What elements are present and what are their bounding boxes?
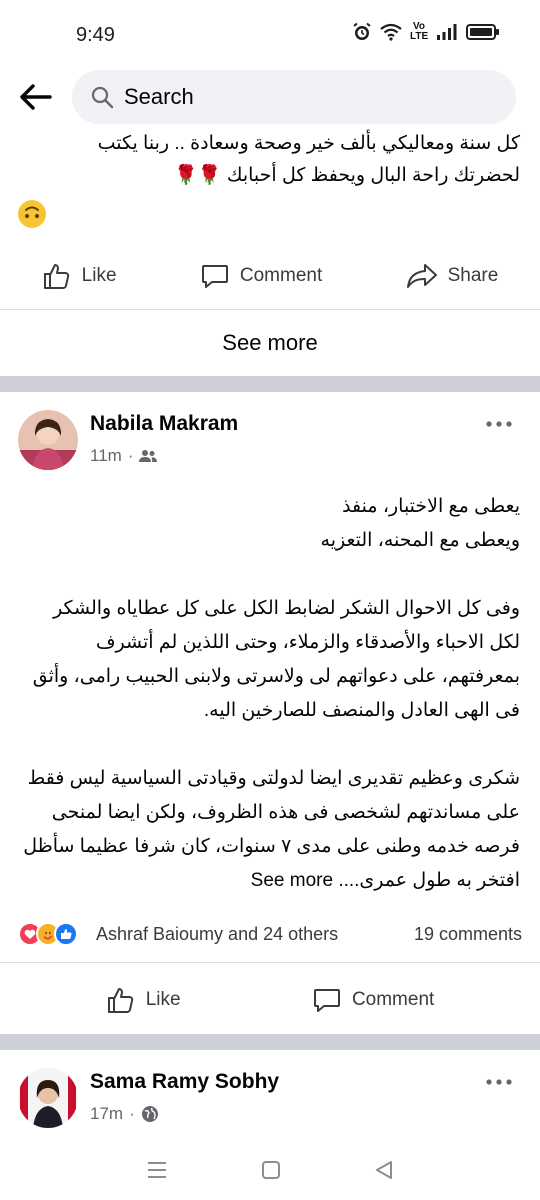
search-input[interactable]: Search <box>72 70 516 124</box>
back-button[interactable] <box>14 78 56 116</box>
alarm-icon <box>353 22 371 40</box>
reactors-text: Ashraf Baioumy and 24 others <box>96 924 339 944</box>
avatar-image <box>18 1068 78 1128</box>
post-time[interactable]: 17m <box>90 1104 123 1124</box>
post-separator <box>0 376 540 392</box>
post-meta: 11m · <box>90 446 158 466</box>
comment-label: Comment <box>239 265 323 286</box>
see-more-inline-button[interactable]: See more <box>251 870 333 891</box>
thumbs-up-icon <box>107 988 133 1013</box>
more-icon <box>486 1079 512 1085</box>
comment-icon <box>313 989 340 1012</box>
recent-apps-icon[interactable] <box>146 1160 168 1180</box>
post-time[interactable]: 11m <box>90 446 122 466</box>
meta-dot: · <box>129 1104 135 1123</box>
thumbs-up-icon <box>43 264 69 289</box>
battery-icon <box>466 24 499 40</box>
divider <box>0 962 540 963</box>
comment-label: Comment <box>351 989 435 1010</box>
next-post-header: Sama Ramy Sobhy 17m · <box>0 1068 540 1138</box>
search-icon <box>91 86 114 109</box>
post-author[interactable]: Sama Ramy Sobhy <box>90 1070 279 1094</box>
post-actions: Like Comment <box>0 974 540 1026</box>
reactions-summary[interactable]: Ashraf Baioumy and 24 others 19 comments <box>0 918 540 952</box>
like-reaction-icon <box>54 922 78 946</box>
wifi-icon <box>380 23 402 41</box>
like-label: Like <box>81 265 117 286</box>
post-paragraph-1: يعطى مع الاختبار، منفذ ويعطى مع المحنه، … <box>320 496 520 551</box>
share-label: Share <box>447 265 499 286</box>
volte-indicator: Vo LTE <box>410 21 429 42</box>
post-body: يعطى مع الاختبار، منفذ ويعطى مع المحنه، … <box>0 490 540 898</box>
meta-dot: · <box>127 446 134 465</box>
post-paragraph-2: وفى كل الاحوال الشكر لضابط الكل على كل ع… <box>32 598 520 721</box>
prev-post-line-1: كل سنة ومعاليكي بألف خير وصحة وسعادة .. … <box>97 133 520 154</box>
search-placeholder: Search <box>124 84 194 109</box>
home-icon[interactable] <box>261 1160 281 1180</box>
share-icon <box>406 264 437 288</box>
avatar[interactable] <box>18 1068 78 1128</box>
post-options-button[interactable] <box>482 1072 516 1092</box>
status-bar: 9:49 Vo LTE <box>0 0 540 68</box>
like-button[interactable]: Like <box>42 261 117 291</box>
post-meta: 17m · <box>90 1104 159 1124</box>
avatar-image <box>18 410 78 470</box>
signal-icon <box>437 24 457 40</box>
like-button[interactable]: Like <box>106 985 181 1015</box>
status-icons: Vo LTE <box>352 22 500 42</box>
globe-icon <box>141 1106 158 1122</box>
back-nav-icon[interactable] <box>374 1160 394 1180</box>
top-bar: Search <box>0 68 540 126</box>
status-time: 9:49 <box>76 24 115 46</box>
prev-post-line-2: لحضرتك راحة البال ويحفظ كل أحبابك 🌹🌹 <box>174 165 520 186</box>
post-separator <box>0 1034 540 1050</box>
comment-button[interactable]: Comment <box>312 985 434 1015</box>
post-author[interactable]: Nabila Makram <box>90 412 238 436</box>
friends-icon <box>139 450 158 462</box>
post-header: Nabila Makram 11m · <box>0 410 540 480</box>
prev-post-actions: Like Comment Share <box>0 250 540 302</box>
post-options-button[interactable] <box>482 414 516 434</box>
comment-button[interactable]: Comment <box>200 261 322 291</box>
system-nav-bar <box>0 1140 540 1200</box>
comment-icon <box>201 265 228 288</box>
reaction-icons <box>18 922 78 946</box>
more-icon <box>486 421 512 427</box>
prev-post-text: كل سنة ومعاليكي بألف خير وصحة وسعادة .. … <box>0 128 540 192</box>
comments-count[interactable]: 19 comments <box>414 924 522 945</box>
avatar[interactable] <box>18 410 78 470</box>
see-more-button[interactable]: See more <box>0 310 540 376</box>
arrow-left-icon <box>20 84 52 110</box>
post-paragraph-3: شكرى وعظيم تقديرى ايضا لدولتى وقيادتى ال… <box>20 762 520 898</box>
share-button[interactable]: Share <box>406 261 499 291</box>
upside-down-face-icon <box>18 200 46 228</box>
like-label: Like <box>145 989 181 1010</box>
